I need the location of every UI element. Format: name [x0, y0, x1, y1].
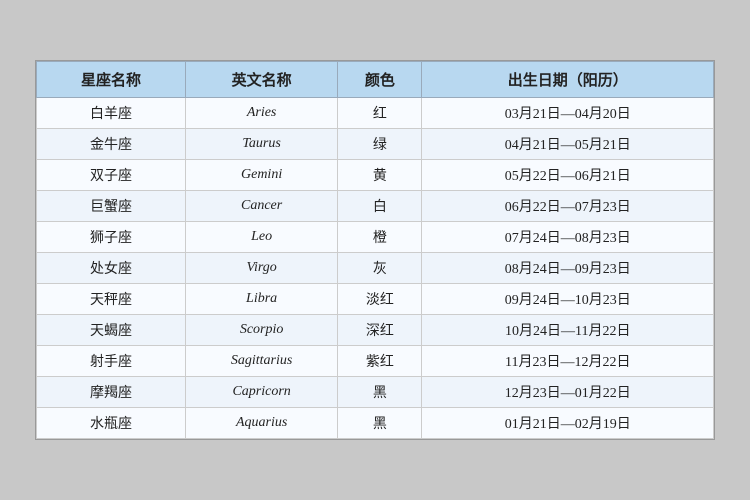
cell-row5-col1: Virgo — [186, 253, 338, 284]
table-row: 水瓶座Aquarius黑01月21日—02月19日 — [37, 408, 714, 439]
cell-row6-col2: 淡红 — [338, 284, 422, 315]
col-header-color: 颜色 — [338, 62, 422, 98]
cell-row2-col0: 双子座 — [37, 160, 186, 191]
cell-row10-col2: 黑 — [338, 408, 422, 439]
cell-row5-col0: 处女座 — [37, 253, 186, 284]
cell-row3-col3: 06月22日—07月23日 — [422, 191, 714, 222]
table-row: 处女座Virgo灰08月24日—09月23日 — [37, 253, 714, 284]
table-row: 金牛座Taurus绿04月21日—05月21日 — [37, 129, 714, 160]
cell-row10-col0: 水瓶座 — [37, 408, 186, 439]
cell-row2-col2: 黄 — [338, 160, 422, 191]
cell-row10-col1: Aquarius — [186, 408, 338, 439]
cell-row1-col3: 04月21日—05月21日 — [422, 129, 714, 160]
col-header-english: 英文名称 — [186, 62, 338, 98]
table-header-row: 星座名称 英文名称 颜色 出生日期（阳历） — [37, 62, 714, 98]
table-row: 双子座Gemini黄05月22日—06月21日 — [37, 160, 714, 191]
cell-row1-col0: 金牛座 — [37, 129, 186, 160]
cell-row9-col2: 黑 — [338, 377, 422, 408]
table-row: 射手座Sagittarius紫红11月23日—12月22日 — [37, 346, 714, 377]
table-row: 狮子座Leo橙07月24日—08月23日 — [37, 222, 714, 253]
table-row: 白羊座Aries红03月21日—04月20日 — [37, 98, 714, 129]
cell-row0-col2: 红 — [338, 98, 422, 129]
cell-row5-col2: 灰 — [338, 253, 422, 284]
table-row: 天蝎座Scorpio深红10月24日—11月22日 — [37, 315, 714, 346]
cell-row4-col0: 狮子座 — [37, 222, 186, 253]
cell-row9-col1: Capricorn — [186, 377, 338, 408]
cell-row5-col3: 08月24日—09月23日 — [422, 253, 714, 284]
zodiac-table-container: 星座名称 英文名称 颜色 出生日期（阳历） 白羊座Aries红03月21日—04… — [35, 60, 715, 440]
cell-row7-col0: 天蝎座 — [37, 315, 186, 346]
cell-row7-col1: Scorpio — [186, 315, 338, 346]
cell-row8-col0: 射手座 — [37, 346, 186, 377]
cell-row8-col2: 紫红 — [338, 346, 422, 377]
table-row: 巨蟹座Cancer白06月22日—07月23日 — [37, 191, 714, 222]
cell-row0-col1: Aries — [186, 98, 338, 129]
cell-row2-col3: 05月22日—06月21日 — [422, 160, 714, 191]
cell-row10-col3: 01月21日—02月19日 — [422, 408, 714, 439]
cell-row9-col3: 12月23日—01月22日 — [422, 377, 714, 408]
cell-row4-col1: Leo — [186, 222, 338, 253]
cell-row2-col1: Gemini — [186, 160, 338, 191]
cell-row4-col3: 07月24日—08月23日 — [422, 222, 714, 253]
table-row: 摩羯座Capricorn黑12月23日—01月22日 — [37, 377, 714, 408]
cell-row8-col1: Sagittarius — [186, 346, 338, 377]
col-header-chinese: 星座名称 — [37, 62, 186, 98]
cell-row6-col1: Libra — [186, 284, 338, 315]
cell-row6-col3: 09月24日—10月23日 — [422, 284, 714, 315]
zodiac-table: 星座名称 英文名称 颜色 出生日期（阳历） 白羊座Aries红03月21日—04… — [36, 61, 714, 439]
cell-row0-col0: 白羊座 — [37, 98, 186, 129]
cell-row3-col2: 白 — [338, 191, 422, 222]
cell-row9-col0: 摩羯座 — [37, 377, 186, 408]
cell-row3-col0: 巨蟹座 — [37, 191, 186, 222]
cell-row6-col0: 天秤座 — [37, 284, 186, 315]
cell-row7-col3: 10月24日—11月22日 — [422, 315, 714, 346]
col-header-date: 出生日期（阳历） — [422, 62, 714, 98]
cell-row1-col1: Taurus — [186, 129, 338, 160]
cell-row4-col2: 橙 — [338, 222, 422, 253]
cell-row0-col3: 03月21日—04月20日 — [422, 98, 714, 129]
cell-row3-col1: Cancer — [186, 191, 338, 222]
cell-row7-col2: 深红 — [338, 315, 422, 346]
table-row: 天秤座Libra淡红09月24日—10月23日 — [37, 284, 714, 315]
cell-row1-col2: 绿 — [338, 129, 422, 160]
cell-row8-col3: 11月23日—12月22日 — [422, 346, 714, 377]
